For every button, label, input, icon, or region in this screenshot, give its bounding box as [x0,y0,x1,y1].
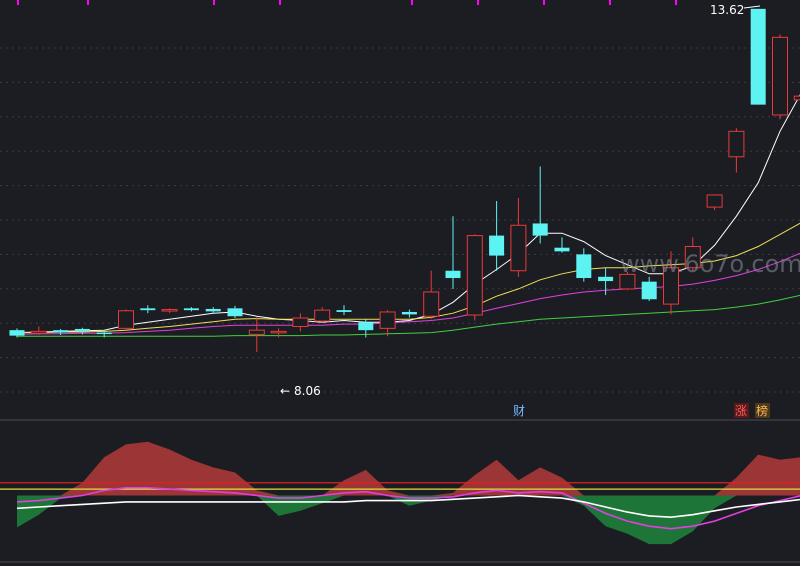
candle-body [641,281,657,300]
candle-up [706,194,723,211]
candle-up [379,310,396,337]
candle-down [336,305,352,316]
candle-body [183,308,199,311]
candle-down [576,248,592,282]
candle-up [772,34,788,120]
candle-body [772,36,788,116]
candle-body [74,328,90,332]
moving-averages [16,94,800,337]
candle-body [9,330,25,336]
candle-body [532,223,548,236]
candle-body [489,235,505,256]
candle-body [706,194,723,208]
candle-down [140,305,156,314]
candle-up [248,316,265,352]
candle-down [554,237,570,253]
candle-down [227,305,243,319]
candle-down [641,276,657,302]
top-marker [477,0,479,5]
top-marker [411,0,413,5]
watermark: www.6o7o.com [620,250,800,278]
chart-screen: www.6o7o.com 13.62 ← 8.06 财 涨 榜 [0,0,800,566]
candle-body [445,270,461,279]
candle-body [118,310,134,329]
candle-up [314,307,331,323]
candle-body [227,308,243,317]
candle-body [401,311,417,315]
candle-body [598,276,614,282]
ma-line-ma5 [16,94,800,334]
candle-up [728,128,745,173]
candlesticks [9,8,800,352]
candle-up [510,198,527,277]
top-marker [675,0,677,5]
candle-body [466,235,483,316]
low-arrow-icon: ← [280,384,290,398]
candle-down [750,8,766,105]
top-marker [279,0,281,5]
candle-body [161,309,178,312]
event-zhang-label: 涨 [735,403,747,418]
ma-line-ma60 [17,294,800,337]
top-marker [17,0,19,5]
stock-chart: www.6o7o.com 13.62 ← 8.06 财 涨 榜 [0,0,800,563]
candle-body [510,224,527,272]
candle-body [750,8,766,105]
event-cai-label[interactable]: 财 [513,404,525,418]
candle-down [445,216,461,289]
candle-body [53,330,69,333]
top-markers [17,0,677,5]
top-marker [87,0,89,5]
candle-up [423,270,440,320]
indicator-panel [0,441,800,545]
candle-body [554,247,570,252]
candle-down [183,307,199,312]
candle-body [96,332,112,335]
candle-body [576,254,592,279]
candle-down [532,166,548,244]
candle-body [728,130,745,158]
candle-down [205,307,221,314]
candle-down [489,201,505,271]
candle-up [118,309,134,330]
high-price-pointer [743,5,761,9]
candle-body [358,322,374,331]
candle-body [423,291,440,317]
top-marker [609,0,611,5]
candle-body [140,308,156,311]
candle-down [401,309,417,318]
candle-body [336,310,352,312]
candle-up [161,308,178,314]
candle-body [292,317,309,328]
candle-body [248,329,265,335]
candle-body [205,308,221,312]
low-price-label: 8.06 [294,384,321,398]
candle-body [30,330,47,334]
event-bang-label: 榜 [756,403,768,418]
candle-up [292,313,309,332]
top-marker [543,0,545,5]
high-price-label: 13.62 [710,3,744,17]
candle-body [379,311,396,329]
indicator-negative-area [17,495,800,545]
candle-body [270,330,287,334]
top-marker [213,0,215,5]
candle-body [793,95,800,101]
candle-up [466,234,483,321]
candle-body [314,309,331,322]
